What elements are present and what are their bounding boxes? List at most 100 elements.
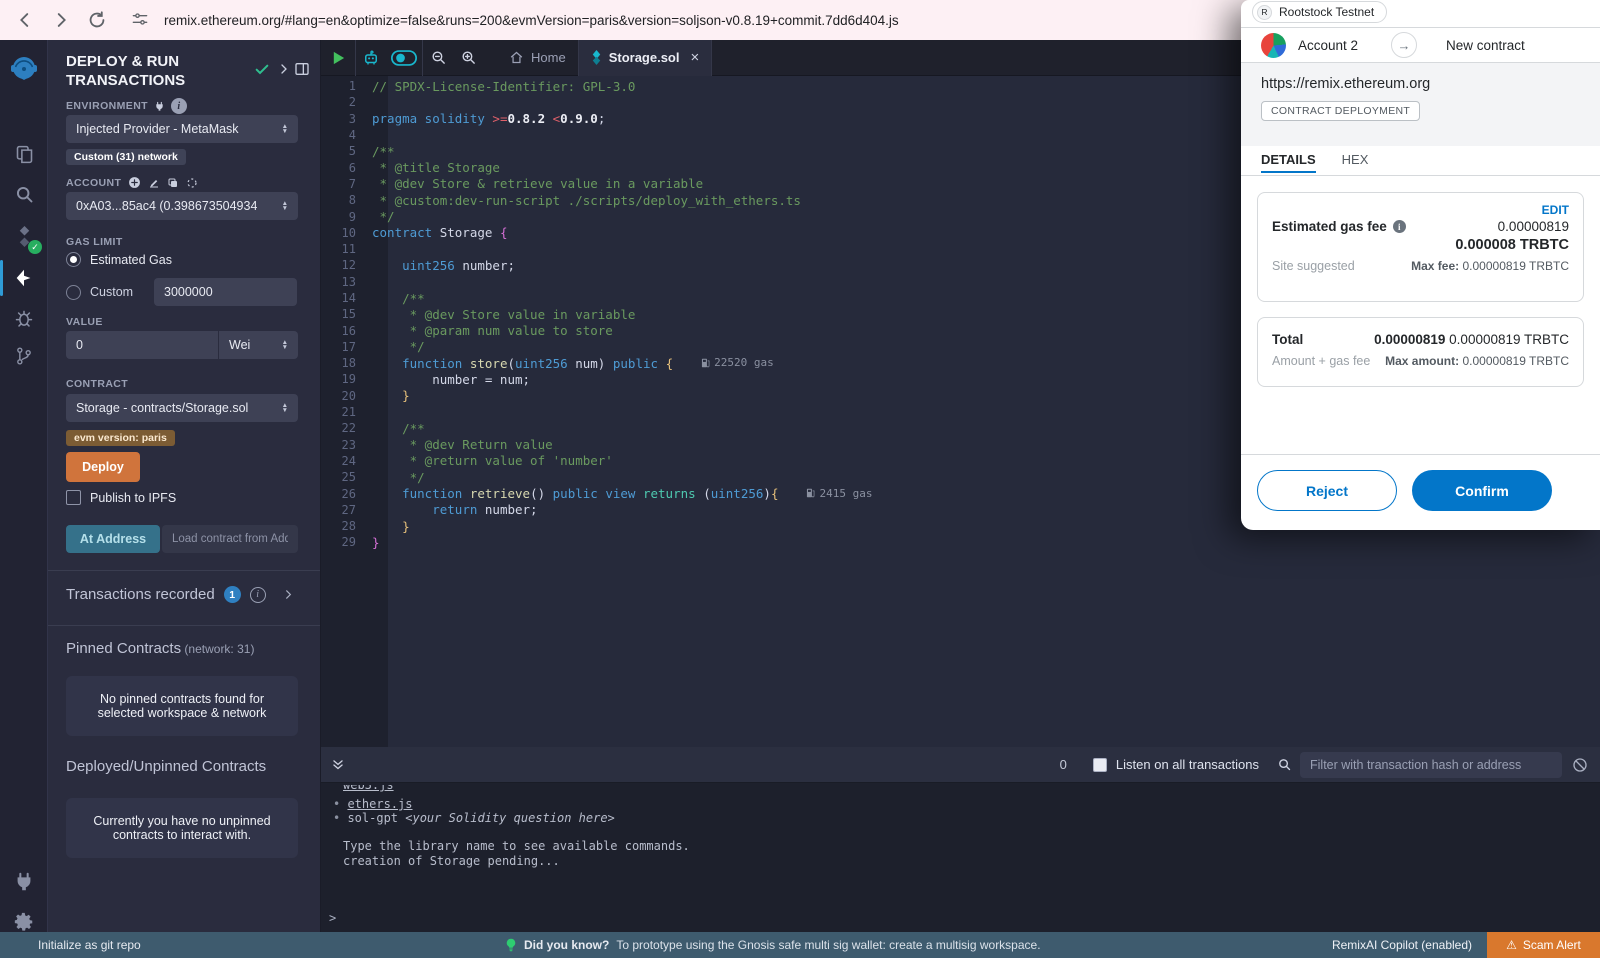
terminal-filter-input[interactable] — [1300, 752, 1562, 778]
transactions-recorded-label: Transactions recorded — [66, 586, 215, 603]
search-icon[interactable] — [0, 174, 48, 214]
chevron-right-icon[interactable] — [275, 60, 293, 78]
tab-details[interactable]: DETAILS — [1261, 146, 1316, 173]
run-script-icon[interactable] — [321, 40, 355, 76]
copy-icon[interactable] — [167, 177, 179, 189]
back-icon[interactable] — [14, 9, 36, 31]
deploy-run-panel: DEPLOY & RUN TRANSACTIONS ENVIRONMENT i … — [48, 40, 321, 932]
transaction-count: 0 — [1060, 757, 1067, 772]
reload-icon[interactable] — [86, 9, 108, 31]
line-number: 27 — [321, 503, 372, 517]
line-number: 18 — [321, 356, 372, 370]
deploy-button[interactable]: Deploy — [66, 452, 140, 482]
gas-estimated-radio[interactable]: Estimated Gas — [66, 252, 172, 267]
listen-all-label: Listen on all transactions — [1116, 757, 1259, 772]
transactions-recorded-row[interactable]: Transactions recorded 1 i — [66, 586, 303, 603]
account-select[interactable]: 0xA03...85ac4 (0.398673504934 ▲▼ — [66, 192, 298, 220]
publish-ipfs-checkbox[interactable] — [66, 490, 81, 505]
terminal-output[interactable]: web3.js • ethers.js • sol-gpt <your Soli… — [321, 783, 1600, 932]
total-primary: 0.00000819 — [1374, 332, 1445, 347]
copilot-status[interactable]: RemixAI Copilot (enabled) — [1332, 938, 1472, 952]
gas-custom-radio[interactable] — [66, 285, 81, 300]
tab-home[interactable]: Home — [497, 40, 578, 76]
account-label: ACCOUNT — [66, 177, 121, 189]
transaction-type-chip: CONTRACT DEPLOYMENT — [1261, 101, 1420, 121]
line-number: 22 — [321, 421, 372, 435]
ban-icon[interactable] — [1572, 757, 1588, 773]
solidity-compiler-icon[interactable]: ✓ — [0, 216, 48, 256]
info-icon[interactable]: i — [250, 587, 266, 603]
line-number: 8 — [321, 193, 372, 207]
zoom-out-icon[interactable] — [423, 40, 453, 76]
tab-storage-sol[interactable]: Storage.sol × — [579, 40, 712, 76]
plug-icon[interactable] — [154, 101, 165, 112]
zoom-in-icon[interactable] — [453, 40, 483, 76]
contract-select[interactable]: Storage - contracts/Storage.sol ▲▼ — [66, 394, 298, 422]
listen-all-checkbox[interactable] — [1093, 758, 1107, 772]
home-icon — [509, 50, 524, 65]
line-number: 16 — [321, 324, 372, 338]
total-label: Total — [1272, 332, 1303, 347]
remix-logo[interactable] — [0, 48, 48, 94]
publish-ipfs-label: Publish to IPFS — [90, 491, 176, 505]
reject-button[interactable]: Reject — [1257, 470, 1397, 511]
max-amount-label: Max amount: — [1385, 354, 1459, 368]
file-explorer-icon[interactable] — [0, 134, 48, 174]
info-icon[interactable]: i — [171, 98, 187, 114]
site-settings-icon[interactable] — [130, 9, 152, 31]
debugger-icon[interactable] — [0, 298, 48, 338]
at-address-button[interactable]: At Address — [66, 525, 160, 553]
at-address-input[interactable] — [162, 525, 298, 553]
scam-alert-button[interactable]: ⚠ Scam Alert — [1487, 932, 1600, 958]
value-label: VALUE — [66, 316, 103, 328]
deploy-run-icon[interactable] — [0, 258, 48, 298]
plugin-manager-icon[interactable] — [0, 862, 48, 902]
sign-message-icon[interactable] — [148, 177, 160, 189]
pin-panel-icon[interactable] — [293, 60, 311, 78]
network-picker[interactable]: R Rootstock Testnet — [1252, 1, 1387, 23]
ai-robot-icon[interactable] — [356, 40, 386, 76]
url-text[interactable]: remix.ethereum.org/#lang=en&optimize=fal… — [164, 13, 899, 28]
account-recipient-row: Account 2 → New contract — [1241, 27, 1600, 63]
total-secondary: 0.00000819 TRBTC — [1449, 332, 1569, 347]
mm-tabs: DETAILS HEX — [1241, 146, 1600, 176]
account-name: Account 2 — [1298, 38, 1358, 53]
line-number: 25 — [321, 470, 372, 484]
git-init-button[interactable]: Initialize as git repo — [38, 938, 141, 952]
pinned-contracts-title: Pinned Contracts — [66, 640, 181, 657]
origin-url: https://remix.ethereum.org — [1261, 76, 1580, 92]
terminal-prompt[interactable]: > — [329, 911, 336, 925]
terminal-lib-link[interactable]: web3.js — [343, 785, 394, 792]
line-number: 3 — [321, 112, 372, 126]
terminal-lib-link[interactable]: ethers.js — [347, 797, 412, 811]
environment-label: ENVIRONMENT — [66, 100, 148, 112]
refresh-spinner-icon[interactable] — [186, 177, 198, 189]
value-input[interactable] — [66, 331, 218, 359]
terminal: 0 Listen on all transactions web3.js • e… — [321, 747, 1600, 932]
git-icon[interactable] — [0, 336, 48, 376]
code-line[interactable]: 29} — [321, 534, 1600, 550]
gas-custom-input[interactable] — [154, 278, 297, 306]
metamask-popup: R Rootstock Testnet Account 2 → New cont… — [1241, 0, 1600, 530]
forward-icon[interactable] — [50, 9, 72, 31]
close-icon[interactable]: × — [690, 49, 699, 66]
environment-select[interactable]: Injected Provider - MetaMask ▲▼ — [66, 115, 298, 143]
collapse-chevrons-icon[interactable] — [331, 758, 345, 772]
terminal-toolbar: 0 Listen on all transactions — [321, 747, 1600, 783]
gas-fee-primary: 0.000008 TRBTC — [1272, 237, 1569, 253]
site-suggested-label: Site suggested — [1272, 259, 1355, 273]
edit-gas-button[interactable]: EDIT — [1272, 203, 1569, 217]
chevron-right-icon[interactable] — [283, 589, 294, 600]
add-account-icon[interactable] — [128, 176, 141, 189]
tab-hex[interactable]: HEX — [1342, 146, 1369, 167]
toggle-on-icon[interactable] — [386, 40, 422, 76]
line-number: 13 — [321, 275, 372, 289]
confirm-button[interactable]: Confirm — [1412, 470, 1552, 511]
value-unit-select[interactable]: Wei ▲▼ — [218, 331, 298, 359]
terminal-help-line: Type the library name to see available c… — [343, 839, 690, 853]
gas-fee-label: Estimated gas fee — [1272, 219, 1387, 234]
chevron-updown-icon: ▲▼ — [282, 124, 288, 134]
max-fee-label: Max fee: — [1411, 259, 1459, 273]
line-number: 5 — [321, 144, 372, 158]
info-icon[interactable]: i — [1393, 220, 1406, 233]
